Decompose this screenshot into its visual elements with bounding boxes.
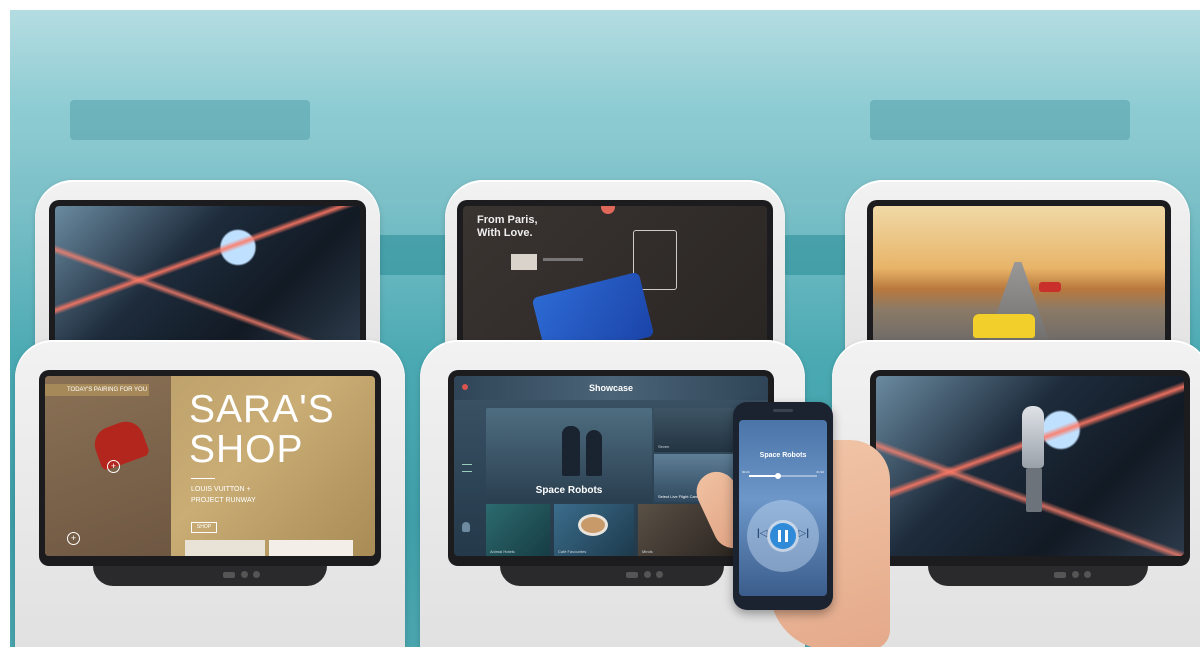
pause-icon (785, 530, 788, 542)
side-tile-label: Seven (658, 444, 670, 449)
paris-headline: From Paris, With Love. (477, 214, 538, 240)
control-ring: |◁ ▷| (747, 500, 819, 572)
side-tile[interactable]: Seven (654, 408, 734, 452)
progress-bar[interactable] (749, 473, 817, 479)
phone-speaker (773, 409, 793, 412)
add-icon[interactable]: + (107, 460, 120, 473)
usb-port[interactable] (223, 572, 235, 578)
robot-figure (586, 430, 602, 476)
headphone-jack[interactable] (241, 571, 248, 578)
shop-button[interactable]: SHOP (191, 522, 217, 533)
shop-subtitle-line2: PROJECT RUNWAY (191, 497, 256, 504)
pairing-tag: TODAY'S PAIRING FOR YOU (45, 384, 149, 396)
previous-icon[interactable]: |◁ (757, 528, 768, 539)
astronaut-legs (1026, 468, 1042, 512)
shop-title-line1: SARA'S (189, 388, 335, 431)
overhead-bin-right (870, 100, 1130, 140)
next-icon[interactable]: ▷| (799, 528, 810, 539)
pause-icon (778, 530, 781, 542)
ife-screen-bezel (867, 200, 1171, 350)
fashion-model-image: + + (45, 376, 171, 556)
seat-back-left-front: + + TODAY'S PAIRING FOR YOU SARA'S SHOP … (15, 340, 405, 647)
headphone-jack[interactable] (1084, 571, 1091, 578)
ife-screen-bezel: + + TODAY'S PAIRING FOR YOU SARA'S SHOP … (39, 370, 381, 566)
time-elapsed: 00:24 (742, 470, 750, 474)
product-thumbnail[interactable] (511, 254, 537, 270)
content-tile[interactable]: Animal Hotels (486, 504, 550, 556)
tile-label: Café Favourites (558, 549, 587, 554)
phone-screen: Space Robots 00:24 01:32 |◁ ▷| (739, 420, 827, 596)
ife-screen-movie[interactable] (876, 376, 1184, 556)
showcase-header: Showcase (454, 376, 768, 400)
smartphone-remote: Space Robots 00:24 01:32 |◁ ▷| (733, 402, 833, 610)
progress-knob[interactable] (774, 473, 781, 479)
shop-subtitle-line1: LOUIS VUITTON + (191, 486, 251, 493)
time-total: 01:32 (816, 470, 824, 474)
tile-label: Animal Hotels (490, 549, 515, 554)
play-pause-button[interactable] (770, 523, 796, 549)
ife-screen-bezel: From Paris, With Love. (457, 200, 773, 350)
screen-base-controls (93, 566, 327, 586)
usb-port[interactable] (1054, 572, 1066, 578)
featured-tile[interactable]: Space Robots (486, 408, 652, 502)
headphone-jack[interactable] (656, 571, 663, 578)
headphone-jack[interactable] (644, 571, 651, 578)
ife-screen-saras-shop[interactable]: + + TODAY'S PAIRING FOR YOU SARA'S SHOP … (45, 376, 375, 556)
airplane-cabin-background: From Paris, With Love. + + TODAY'S PAIRI… (10, 10, 1200, 647)
red-handbag (89, 416, 151, 472)
overhead-bin-left (70, 100, 310, 140)
cabin-ceiling (10, 10, 1200, 180)
menu-icon[interactable] (462, 464, 472, 472)
paris-headline-line2: With Love. (477, 227, 533, 239)
now-playing-title: Space Robots (759, 452, 807, 459)
coffee-cup (578, 514, 608, 536)
red-race-car (1039, 282, 1061, 292)
tile-label: Minds (642, 549, 653, 554)
headphone-jack[interactable] (253, 571, 260, 578)
shop-subtitle: LOUIS VUITTON + PROJECT RUNWAY (191, 484, 256, 506)
add-icon[interactable]: + (67, 532, 80, 545)
usb-port[interactable] (626, 572, 638, 578)
ife-screen-movie[interactable] (55, 206, 360, 344)
accent-dot (601, 206, 615, 214)
screen-base-controls (928, 566, 1148, 586)
product-thumbnail[interactable] (185, 540, 265, 556)
status-dot-icon (462, 384, 468, 390)
astronaut-figure (1022, 406, 1044, 468)
profile-icon[interactable] (462, 522, 470, 532)
yellow-race-car (973, 314, 1035, 338)
content-tile[interactable]: Café Favourites (554, 504, 634, 556)
ife-screen-paris-shop[interactable]: From Paris, With Love. (463, 206, 767, 344)
screen-base-controls (500, 566, 724, 586)
headphone-jack[interactable] (1072, 571, 1079, 578)
divider (191, 478, 215, 479)
blue-bag-image (531, 271, 655, 344)
paris-headline-line1: From Paris, (477, 214, 538, 226)
product-thumbnail[interactable] (269, 540, 353, 556)
ife-screen-bezel (49, 200, 366, 350)
progress-fill (749, 475, 778, 477)
featured-title: Space Robots (535, 485, 603, 496)
ife-screen-racing-game[interactable] (873, 206, 1165, 344)
robot-figure (562, 426, 580, 476)
shop-title: SARA'S SHOP (189, 390, 335, 470)
shop-title-line2: SHOP (189, 428, 304, 471)
ife-screen-bezel (870, 370, 1190, 566)
product-text-line (543, 258, 583, 261)
